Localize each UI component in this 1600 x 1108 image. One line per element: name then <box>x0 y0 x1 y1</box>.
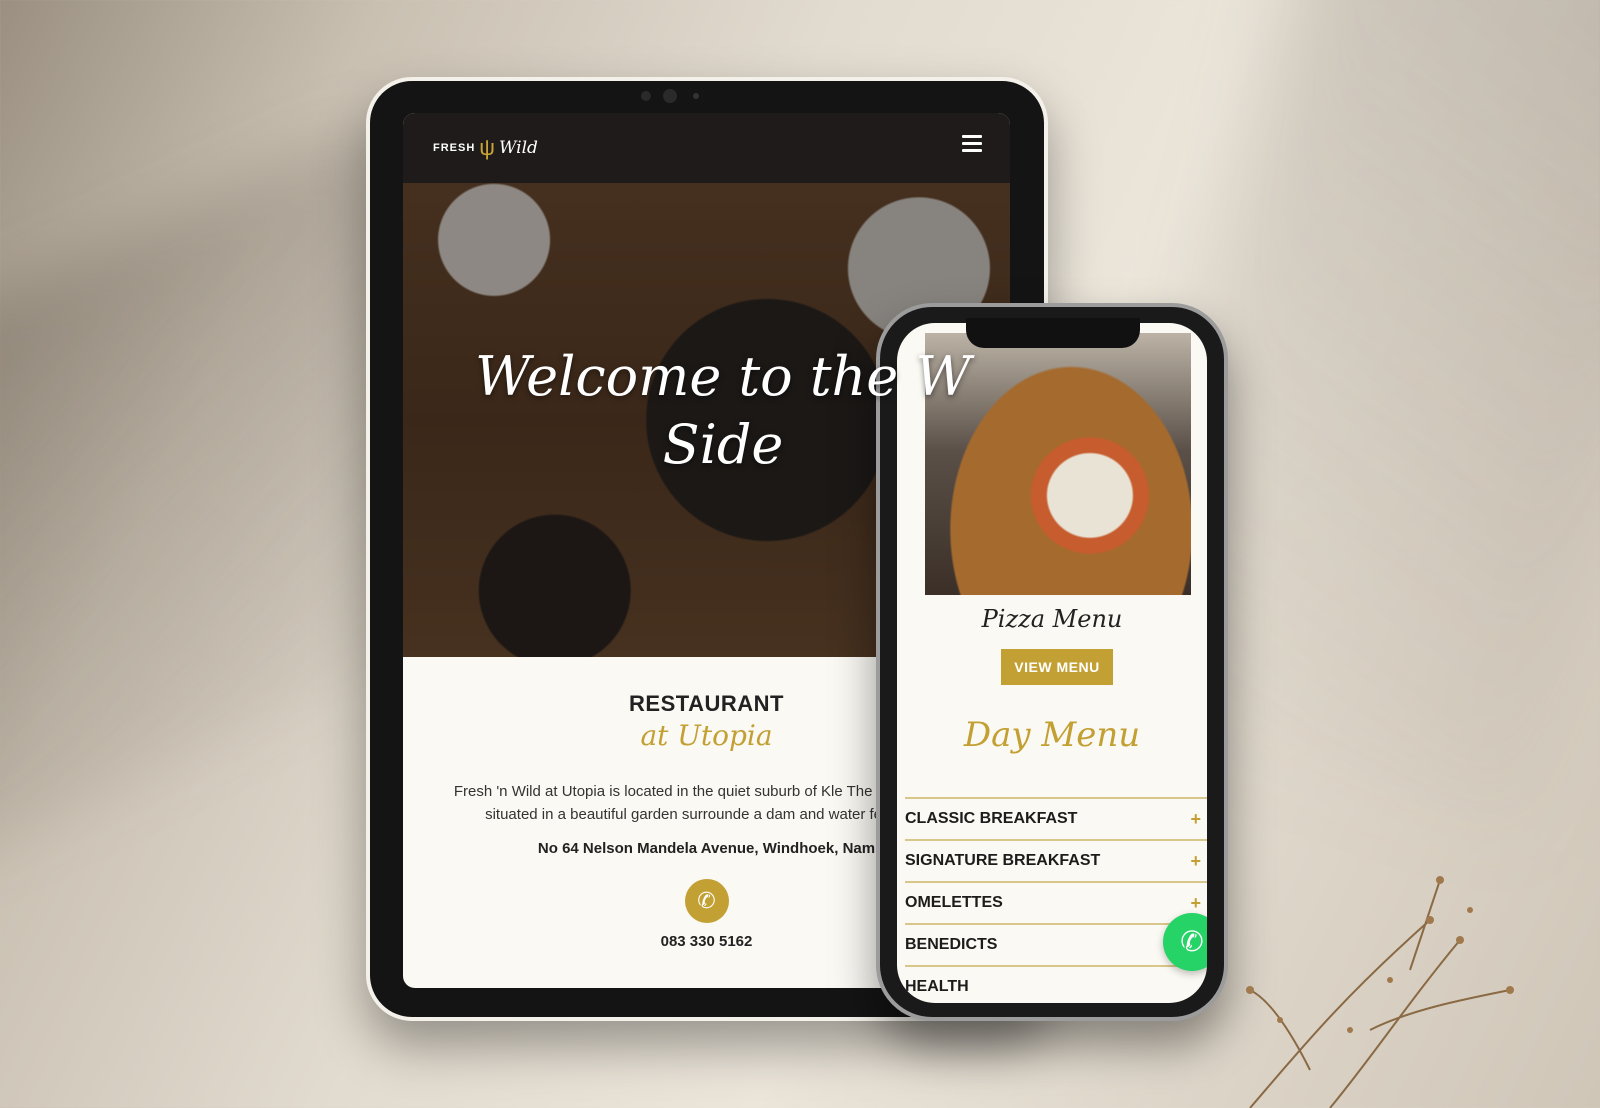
logo-fresh: FRESH <box>433 142 476 154</box>
logo-wild: Wild <box>498 138 538 158</box>
phone-icon[interactable]: ✆ <box>684 879 729 923</box>
accordion-label: HEALTH <box>905 978 969 995</box>
camera-icon <box>641 89 699 103</box>
pizza-menu-title: Pizza Menu <box>981 605 1123 633</box>
fork-icon: ψ <box>479 135 495 160</box>
dried-plant-decoration <box>1246 876 1514 1108</box>
accordion-label: OMELETTES <box>905 894 1003 911</box>
day-menu-accordion: CLASSIC BREAKFAST + SIGNATURE BREAKFAST … <box>905 797 1207 1003</box>
plus-icon: + <box>1190 808 1201 829</box>
hero-title: Welcome to the W Side <box>475 345 971 476</box>
accordion-item-benedicts[interactable]: BENEDICTS <box>905 923 1207 965</box>
day-menu-title: Day Menu <box>963 715 1141 755</box>
view-menu-button[interactable]: VIEW MENU <box>1001 649 1113 685</box>
logo[interactable]: FRESH ψ Wild <box>433 137 538 159</box>
accordion-label: SIGNATURE BREAKFAST <box>905 852 1101 869</box>
accordion-item-classic-breakfast[interactable]: CLASSIC BREAKFAST + <box>905 797 1207 839</box>
accordion-item-signature-breakfast[interactable]: SIGNATURE BREAKFAST + <box>905 839 1207 881</box>
plus-icon: + <box>1190 892 1201 913</box>
accordion-label: BENEDICTS <box>905 936 998 953</box>
accordion-item-omelettes[interactable]: OMELETTES + <box>905 881 1207 923</box>
accordion-label: CLASSIC BREAKFAST <box>905 810 1078 827</box>
plus-icon: + <box>1190 850 1201 871</box>
accordion-item-health[interactable]: HEALTH <box>905 965 1207 1003</box>
navbar: FRESH ψ Wild <box>403 113 1010 183</box>
hamburger-icon[interactable] <box>962 135 982 156</box>
phone-notch <box>966 318 1140 348</box>
